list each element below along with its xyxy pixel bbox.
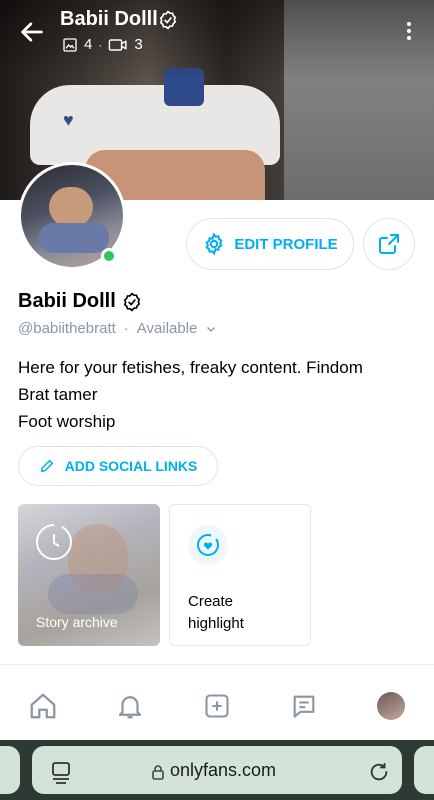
bio-line: Brat tamer	[18, 385, 98, 404]
story-archive-icon	[36, 524, 72, 560]
nav-home[interactable]	[0, 676, 87, 736]
home-icon	[31, 693, 56, 719]
verified-badge-icon	[123, 292, 140, 311]
edit-profile-label: EDIT PROFILE	[234, 235, 338, 253]
chevron-down-icon[interactable]	[205, 323, 217, 335]
bottom-nav	[0, 676, 434, 736]
share-button[interactable]	[363, 218, 415, 270]
online-indicator	[101, 248, 117, 264]
photos-count: 4	[84, 36, 93, 53]
bio-line: Foot worship	[18, 412, 116, 431]
add-social-links-button[interactable]: ADD SOCIAL LINKS	[18, 446, 218, 486]
plus-square-icon	[205, 694, 229, 718]
videos-count: 3	[134, 36, 143, 53]
bio-line: Here for your fetishes, freaky content. …	[18, 358, 363, 377]
profile-handle: @babiithebratt	[18, 320, 116, 337]
create-highlight-line: Create	[188, 593, 234, 610]
nav-new-post[interactable]	[174, 676, 261, 736]
tabs-icon[interactable]	[50, 761, 72, 785]
top-bar: Babii Dolll 4 · 3	[0, 0, 434, 60]
browser-next-tab[interactable]	[414, 746, 434, 794]
create-highlight-label: Create highlight	[188, 591, 244, 635]
add-social-links-label: ADD SOCIAL LINKS	[64, 458, 198, 474]
story-archive-label: Story archive	[36, 614, 118, 630]
url-text[interactable]: onlyfans.com	[170, 760, 276, 781]
bell-icon	[119, 696, 142, 719]
tabbar-divider	[0, 664, 434, 665]
edit-profile-button[interactable]: EDIT PROFILE	[186, 218, 354, 270]
availability-status[interactable]: Available	[137, 320, 198, 337]
avatar	[376, 692, 405, 720]
stats-separator: ·	[98, 37, 103, 52]
header-title: Babii Dolll	[60, 8, 158, 30]
profile-name: Babii Dolll	[18, 290, 142, 313]
handle-row: @babiithebratt · Available	[18, 320, 217, 337]
nav-profile[interactable]	[347, 676, 434, 736]
verified-badge-icon	[159, 10, 177, 30]
video-icon	[109, 38, 127, 51]
create-highlight-card[interactable]: Create highlight	[169, 504, 311, 646]
story-archive-card[interactable]: Story archive	[18, 504, 160, 646]
reload-icon[interactable]	[368, 761, 390, 783]
message-icon	[293, 695, 315, 718]
more-vertical-icon[interactable]	[404, 22, 414, 44]
gear-icon	[205, 232, 223, 256]
browser-prev-tab[interactable]	[0, 746, 20, 794]
back-arrow-icon[interactable]	[18, 18, 46, 46]
share-icon	[379, 234, 399, 254]
nav-messages[interactable]	[260, 676, 347, 736]
profile-name-text: Babii Dolll	[18, 290, 116, 312]
media-stats: 4 · 3	[62, 36, 143, 53]
create-highlight-line: highlight	[188, 615, 244, 632]
lock-icon	[152, 765, 164, 780]
pencil-icon	[40, 459, 53, 473]
nav-notifications[interactable]	[87, 676, 174, 736]
profile-bio: Here for your fetishes, freaky content. …	[18, 354, 363, 435]
image-icon	[63, 37, 77, 52]
handle-separator: ·	[123, 320, 129, 337]
heart-highlight-icon	[188, 525, 228, 565]
